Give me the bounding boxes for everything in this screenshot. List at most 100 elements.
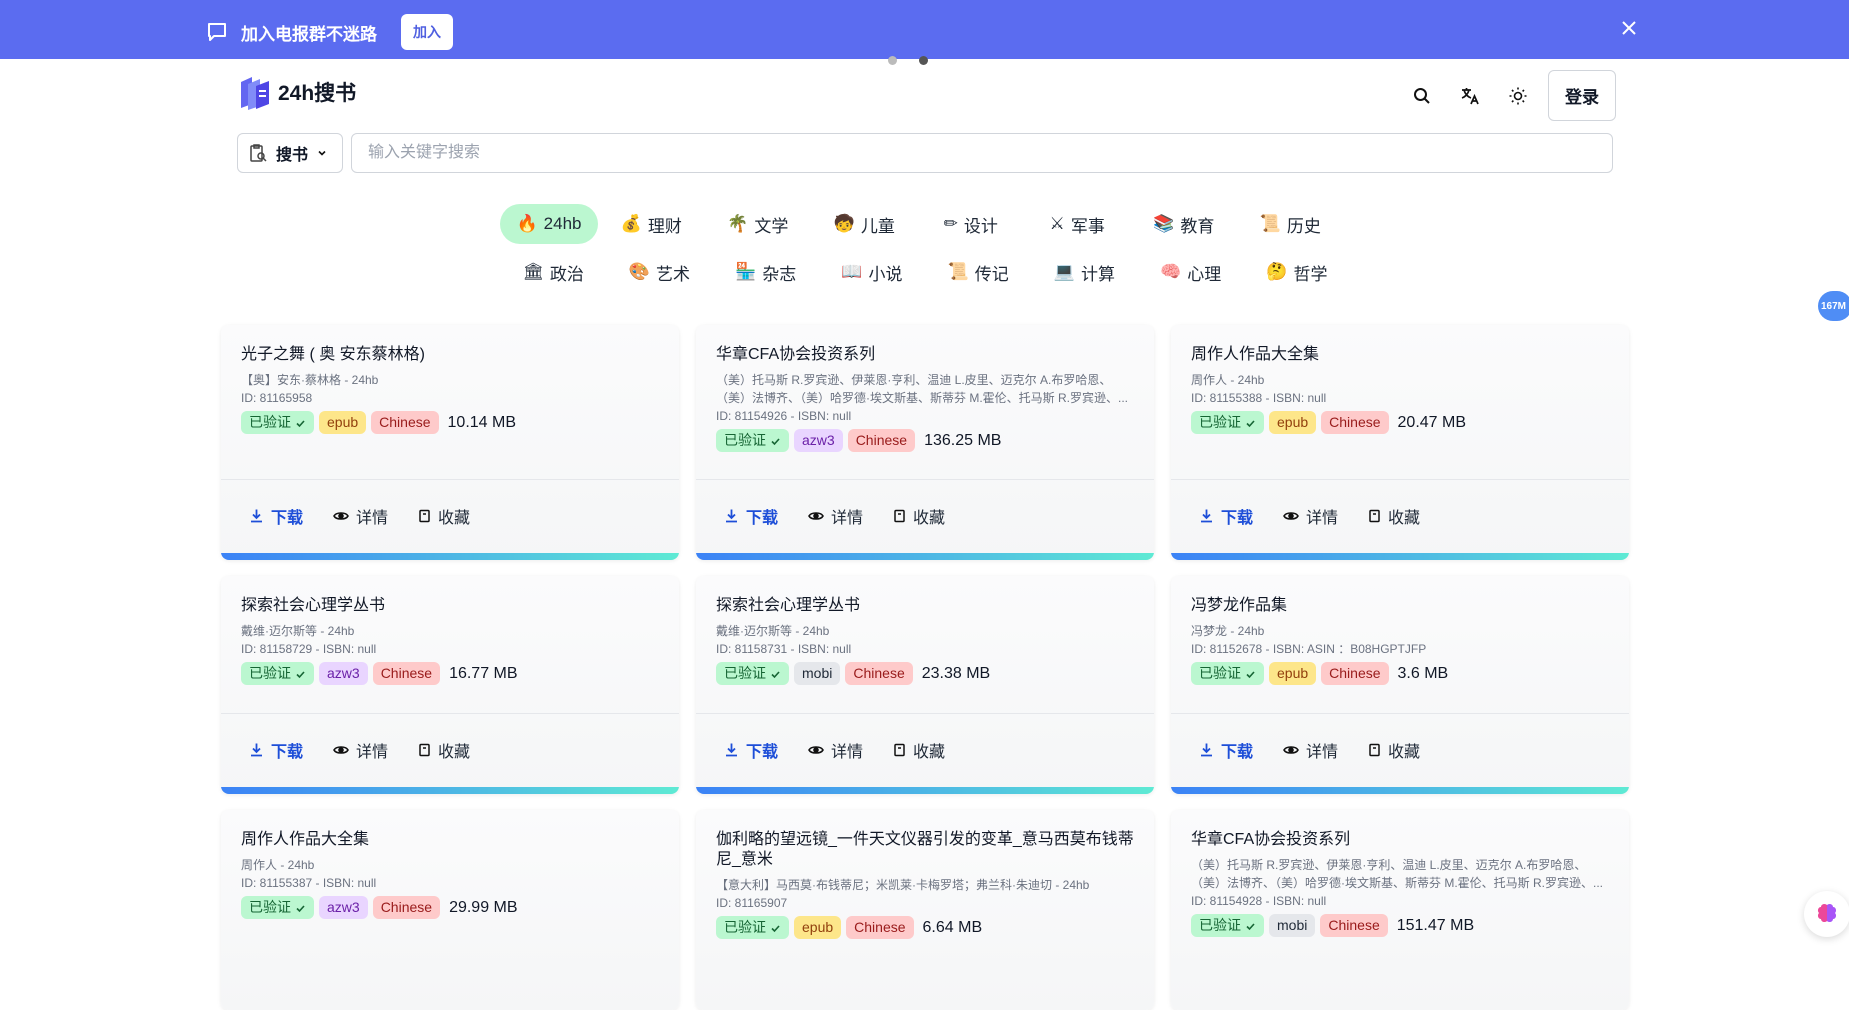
card-accent-bar bbox=[221, 553, 679, 560]
book-author: 【奥】安东·蔡林格 - 24hb bbox=[241, 373, 379, 387]
book-title[interactable]: 华章CFA协会投资系列 bbox=[1191, 830, 1609, 850]
detail-button[interactable]: 详情 bbox=[808, 738, 863, 762]
book-card[interactable]: 探索社会心理学丛书 戴维·迈尔斯等 - 24hb ID: 81158729 - IS… bbox=[221, 576, 679, 794]
book-tags: 已验证 azw3 Chinese 136.25 MB bbox=[716, 429, 1134, 452]
header-actions: 登录 bbox=[1398, 70, 1616, 121]
card-accent-bar bbox=[1171, 553, 1629, 560]
download-button[interactable]: 下载 bbox=[724, 738, 778, 762]
download-button[interactable]: 下载 bbox=[249, 738, 303, 762]
eye-icon bbox=[808, 743, 824, 757]
category-label: 杂志 bbox=[762, 264, 797, 284]
card-body: 华章CFA协会投资系列 （美）托马斯 R.罗宾逊、伊莱恩·亨利、温迪 L.皮里、迈… bbox=[1171, 810, 1629, 937]
book-title[interactable]: 冯梦龙作品集 bbox=[1191, 596, 1609, 616]
book-card[interactable]: 周作人作品大全集 周作人 - 24hb ID: 81155387 - ISBN: n… bbox=[221, 810, 679, 1010]
category-row2-3[interactable]: 📖 小说 bbox=[819, 252, 925, 292]
chevron-down-icon bbox=[316, 147, 328, 159]
card-body: 华章CFA协会投资系列 （美）托马斯 R.罗宾逊、伊莱恩·亨利、温迪 L.皮里、迈… bbox=[696, 325, 1154, 452]
memory-badge[interactable]: 167M bbox=[1818, 291, 1849, 321]
category-label: 设计 bbox=[963, 216, 998, 236]
category-nav: 🔥 24hb 💰 理财 🌴 文学 🧒 儿童 ✏ 设计 ⚔ 军事 📚 教育 📜 历史 🏛 政治 🎨 艺术 🏪 杂志 📖 小说 📜… bbox=[500, 204, 1350, 300]
detail-button[interactable]: 详情 bbox=[1283, 738, 1338, 762]
favorite-button[interactable]: 收藏 bbox=[893, 738, 945, 762]
book-card[interactable]: 周作人作品大全集 周作人 - 24hb ID: 81155388 - ISBN: n… bbox=[1171, 325, 1629, 560]
download-button[interactable]: 下载 bbox=[1199, 504, 1253, 528]
login-button[interactable]: 登录 bbox=[1548, 70, 1616, 121]
category-row2-0[interactable]: 🏛 政治 bbox=[500, 252, 606, 292]
book-card[interactable]: 华章CFA协会投资系列 （美）托马斯 R.罗宾逊、伊莱恩·亨利、温迪 L.皮里、迈… bbox=[696, 325, 1154, 560]
book-id: ID: 81155387 - ISBN: null bbox=[241, 876, 377, 890]
category-row1-7[interactable]: 📜 历史 bbox=[1237, 204, 1344, 244]
book-title[interactable]: 华章CFA协会投资系列 bbox=[716, 345, 1134, 365]
banner-content: 加入电报群不迷路 加入 bbox=[205, 14, 453, 50]
book-author-more: （美）法博齐、（美）哈罗德·埃文斯基、斯蒂芬 M.霍伦、托马斯 R.罗宾逊、..… bbox=[1191, 876, 1603, 890]
card-actions: 下载 详情 收藏 bbox=[696, 713, 1154, 785]
book-tags: 已验证 azw3 Chinese 16.77 MB bbox=[241, 662, 659, 685]
category-label: 传记 bbox=[974, 264, 1009, 284]
book-title[interactable]: 周作人作品大全集 bbox=[241, 830, 659, 850]
detail-button[interactable]: 详情 bbox=[333, 504, 388, 528]
download-button[interactable]: 下载 bbox=[1199, 738, 1253, 762]
category-icon: ⚔ bbox=[1049, 214, 1065, 234]
format-badge: epub bbox=[1269, 411, 1317, 434]
search-input[interactable] bbox=[351, 133, 1613, 173]
book-title[interactable]: 探索社会心理学丛书 bbox=[241, 596, 659, 616]
detail-button[interactable]: 详情 bbox=[808, 504, 863, 528]
category-row2-1[interactable]: 🎨 艺术 bbox=[606, 252, 712, 292]
favorite-button[interactable]: 收藏 bbox=[418, 504, 470, 528]
bookmark-icon bbox=[1368, 509, 1381, 523]
book-title[interactable]: 伽利略的望远镜_一件天文仪器引发的变革_意马西莫布钱蒂尼_意米 bbox=[716, 830, 1134, 870]
category-row2-7[interactable]: 🤔 哲学 bbox=[1244, 252, 1350, 292]
detail-button[interactable]: 详情 bbox=[1283, 504, 1338, 528]
category-row1-0[interactable]: 🔥 24hb bbox=[500, 204, 598, 244]
book-title[interactable]: 探索社会心理学丛书 bbox=[716, 596, 1134, 616]
bookmark-icon bbox=[418, 509, 431, 523]
search-type-select[interactable]: 搜书 bbox=[237, 133, 343, 173]
download-icon bbox=[249, 742, 264, 757]
brain-icon[interactable] bbox=[1804, 891, 1849, 937]
verified-badge: 已验证 bbox=[716, 429, 789, 452]
search-icon[interactable] bbox=[1398, 74, 1446, 118]
category-icon: 📜 bbox=[1259, 214, 1281, 234]
book-card[interactable]: 冯梦龙作品集 冯梦龙 - 24hb ID: 81152678 - ISBN: ASI… bbox=[1171, 576, 1629, 794]
category-row2-4[interactable]: 📜 传记 bbox=[925, 252, 1031, 292]
close-icon[interactable] bbox=[1618, 17, 1640, 39]
book-card[interactable]: 探索社会心理学丛书 戴维·迈尔斯等 - 24hb ID: 81158731 - IS… bbox=[696, 576, 1154, 794]
site-logo[interactable]: 24h搜书 bbox=[238, 74, 356, 110]
download-button[interactable]: 下载 bbox=[249, 504, 303, 528]
download-button[interactable]: 下载 bbox=[724, 504, 778, 528]
book-card[interactable]: 华章CFA协会投资系列 （美）托马斯 R.罗宾逊、伊莱恩·亨利、温迪 L.皮里、迈… bbox=[1171, 810, 1629, 1010]
category-label: 儿童 bbox=[860, 216, 895, 236]
book-card[interactable]: 伽利略的望远镜_一件天文仪器引发的变革_意马西莫布钱蒂尼_意米 【意大利】马西莫·… bbox=[696, 810, 1154, 1010]
card-actions: 下载 详情 收藏 bbox=[221, 479, 679, 551]
translate-icon[interactable] bbox=[1446, 74, 1494, 118]
category-row1-5[interactable]: ⚔ 军事 bbox=[1024, 204, 1131, 244]
category-row1-2[interactable]: 🌴 文学 bbox=[705, 204, 812, 244]
banner-text: 加入电报群不迷路 bbox=[241, 24, 377, 44]
book-card[interactable]: 光子之舞 ( 奥 安东蔡林格) 【奥】安东·蔡林格 - 24hb ID: 81165… bbox=[221, 325, 679, 560]
category-icon: 📜 bbox=[947, 262, 969, 282]
verified-badge: 已验证 bbox=[241, 662, 314, 685]
category-row1-6[interactable]: 📚 教育 bbox=[1131, 204, 1238, 244]
category-icon: 🏛 bbox=[522, 262, 544, 282]
category-row2-2[interactable]: 🏪 杂志 bbox=[713, 252, 819, 292]
category-icon: 🧒 bbox=[833, 214, 855, 234]
category-row2-5[interactable]: 💻 计算 bbox=[1031, 252, 1137, 292]
favorite-button[interactable]: 收藏 bbox=[1368, 504, 1420, 528]
favorite-button[interactable]: 收藏 bbox=[893, 504, 945, 528]
format-badge: mobi bbox=[1269, 914, 1316, 937]
category-row1-4[interactable]: ✏ 设计 bbox=[918, 204, 1025, 244]
category-icon: 📚 bbox=[1153, 214, 1175, 234]
category-row1-1[interactable]: 💰 理财 bbox=[598, 204, 705, 244]
category-row1-3[interactable]: 🧒 儿童 bbox=[811, 204, 918, 244]
favorite-button[interactable]: 收藏 bbox=[418, 738, 470, 762]
card-accent-bar bbox=[696, 787, 1154, 794]
book-title[interactable]: 光子之舞 ( 奥 安东蔡林格) bbox=[241, 345, 659, 365]
detail-button[interactable]: 详情 bbox=[333, 738, 388, 762]
card-accent-bar bbox=[1171, 787, 1629, 794]
join-button[interactable]: 加入 bbox=[401, 14, 453, 50]
category-row2-6[interactable]: 🧠 心理 bbox=[1138, 252, 1244, 292]
card-actions: 下载 详情 收藏 bbox=[1171, 479, 1629, 551]
theme-toggle-icon[interactable] bbox=[1494, 74, 1542, 118]
book-title[interactable]: 周作人作品大全集 bbox=[1191, 345, 1609, 365]
favorite-button[interactable]: 收藏 bbox=[1368, 738, 1420, 762]
